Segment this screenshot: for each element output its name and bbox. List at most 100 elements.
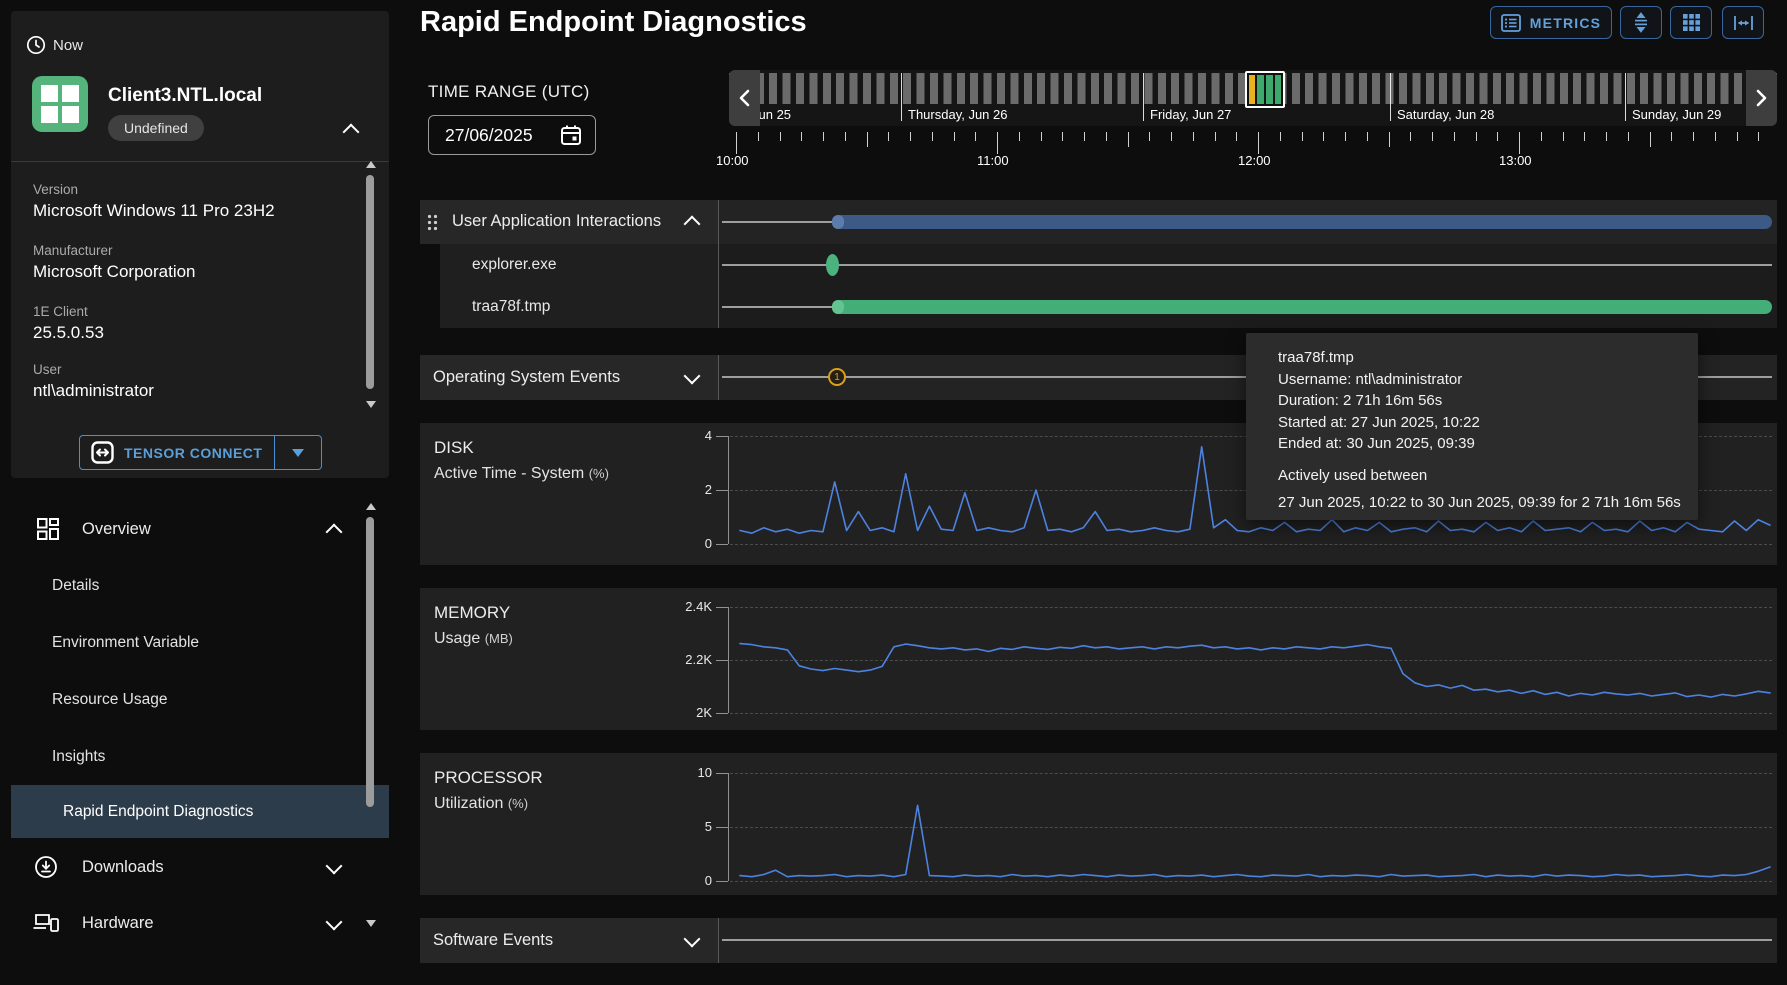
date-input[interactable]: 27/06/2025 (428, 115, 596, 155)
ruler-tick (1084, 132, 1085, 141)
ruler-tick (1389, 132, 1390, 147)
memory-tick-label: 2.4K (640, 599, 712, 614)
timeline-selection-window[interactable] (1245, 71, 1285, 108)
os-events-column-divider (718, 355, 719, 400)
scroll-up-icon[interactable] (366, 161, 376, 168)
traa78f-activity-bar[interactable] (832, 300, 1772, 314)
fit-vertical-icon (1631, 12, 1651, 33)
grid-view-button[interactable] (1670, 6, 1712, 39)
timeline-strip[interactable]: Jun 25Thursday, Jun 26Friday, Jun 27Satu… (729, 70, 1777, 126)
tensor-connect-dropdown[interactable] (274, 436, 321, 469)
sidebar-item-environment-variable[interactable]: Environment Variable (0, 619, 389, 667)
software-events-section-header[interactable]: Software Events (420, 918, 718, 963)
sidebar-item-resource-usage[interactable]: Resource Usage (0, 676, 389, 724)
fit-width-button[interactable] (1722, 6, 1764, 39)
ruler-tick (780, 132, 781, 141)
ruler-tick (1476, 132, 1477, 141)
tooltip-range: 27 Jun 2025, 10:22 to 30 Jun 2025, 09:39… (1278, 492, 1698, 514)
card-scrollbar-thumb[interactable] (366, 175, 374, 389)
day-divider (1143, 73, 1144, 121)
scroll-down-icon[interactable] (366, 401, 376, 408)
tensor-connect-main[interactable]: TENSOR CONNECT (80, 436, 274, 469)
ruler-tick (1563, 132, 1564, 141)
sidebar-item-overview[interactable]: Overview (0, 505, 389, 553)
processor-tick (716, 827, 728, 828)
sidebar-item-hardware[interactable]: Hardware (0, 899, 389, 947)
sidebar-item-label: Overview (82, 520, 151, 539)
day-divider (1390, 73, 1391, 121)
nav-scrollbar-thumb[interactable] (366, 517, 374, 807)
ruler-tick (1019, 132, 1020, 141)
os-event-marker[interactable]: 1 (828, 368, 846, 386)
sidebar-item-insights[interactable]: Insights (0, 733, 389, 781)
processor-y-axis (728, 773, 729, 881)
memory-tick-label: 2K (640, 705, 712, 720)
ruler-tick (1280, 132, 1281, 141)
processor-tick (716, 881, 728, 882)
disk-tick (716, 544, 728, 545)
ruler-tick (1693, 132, 1694, 141)
disk-y-axis (728, 436, 729, 544)
processor-tick-label: 10 (640, 765, 712, 780)
time-range-label: TIME RANGE (UTC) (428, 82, 590, 102)
calendar-icon[interactable] (560, 124, 582, 146)
fit-width-icon (1733, 14, 1754, 32)
field-user: User ntl\administrator (33, 362, 154, 401)
scroll-down-icon[interactable] (366, 920, 376, 927)
sidebar-item-label: Downloads (82, 858, 164, 877)
tensor-connect-button[interactable]: TENSOR CONNECT (79, 435, 322, 470)
date-value: 27/06/2025 (445, 125, 533, 146)
chevron-down-icon (684, 368, 701, 385)
ruler-tick (758, 132, 759, 141)
hardware-icon (32, 912, 60, 934)
tooltip-subtitle: Actively used between (1278, 465, 1698, 487)
ruler-tick (1215, 132, 1216, 141)
uai-summary-bar[interactable] (832, 215, 1772, 229)
memory-y-axis (728, 607, 729, 713)
time-ruler: 10:0011:0012:0013:00 (729, 132, 1777, 168)
ruler-hour-label: 10:00 (716, 153, 760, 168)
metrics-button[interactable]: METRICS (1490, 6, 1612, 39)
field-version: Version Microsoft Windows 11 Pro 23H2 (33, 182, 275, 221)
uai-row-traa78f-label-panel: traa78f.tmp (440, 286, 718, 328)
nav-scrollbar[interactable] (364, 500, 377, 935)
software-events-title: Software Events (433, 931, 553, 950)
processor-tick-label: 0 (640, 873, 712, 888)
timeline-scroll-left-button[interactable] (729, 70, 760, 126)
processor-tick-label: 5 (640, 819, 712, 834)
sidebar-item-rapid-endpoint-diagnostics[interactable]: Rapid Endpoint Diagnostics (11, 785, 389, 838)
drag-handle-icon[interactable] (427, 214, 438, 231)
ruler-tick (1258, 132, 1259, 154)
sidebar-item-downloads[interactable]: Downloads (0, 843, 389, 891)
dropdown-caret-icon (292, 449, 304, 457)
ruler-tick (1541, 132, 1542, 141)
card-collapse-chevron-up-icon[interactable] (343, 124, 360, 141)
ruler-tick (910, 132, 911, 141)
tensor-connect-label: TENSOR CONNECT (124, 445, 262, 461)
ruler-tick (954, 132, 955, 141)
ruler-tick (1650, 132, 1651, 147)
uai-section-header[interactable]: User Application Interactions (420, 200, 718, 244)
ruler-tick (801, 132, 802, 141)
sidebar-item-details[interactable]: Details (0, 562, 389, 610)
traa78f-activity-bar-cap (832, 300, 844, 314)
device-card: Now Client3.NTL.local Undefined Version … (11, 11, 389, 478)
remote-connect-icon (91, 441, 114, 464)
ruler-tick (1671, 132, 1672, 141)
scroll-up-icon[interactable] (366, 503, 376, 510)
disk-tick (716, 436, 728, 437)
traa78f-activity-line (722, 306, 842, 308)
disk-tick-label: 4 (640, 428, 712, 443)
uai-column-divider (718, 200, 719, 328)
chevron-up-icon (684, 216, 701, 233)
os-events-section-header[interactable]: Operating System Events (420, 355, 718, 400)
clock-icon (26, 35, 46, 55)
day-label: Sunday, Jun 29 (1632, 107, 1721, 122)
explorer-activity-dot[interactable] (826, 254, 839, 276)
ruler-tick (1062, 132, 1063, 141)
uai-summary-line (722, 221, 842, 223)
ruler-tick (1715, 132, 1716, 141)
timeline-scroll-right-button[interactable] (1746, 70, 1777, 126)
card-scrollbar[interactable] (364, 157, 377, 417)
fit-vertical-button[interactable] (1620, 6, 1662, 39)
